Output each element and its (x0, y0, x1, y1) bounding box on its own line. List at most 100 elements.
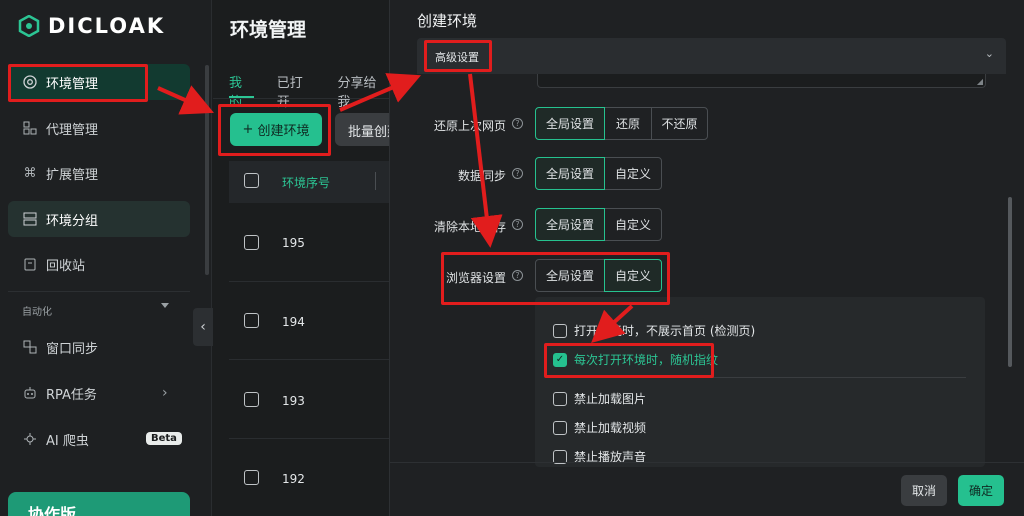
robot-icon (22, 385, 38, 401)
row-checkbox[interactable] (244, 313, 259, 328)
option-hide-homepage[interactable]: 打开环境时，不展示首页 (检测页) (553, 322, 755, 339)
caret-down-icon[interactable] (161, 303, 169, 308)
help-icon[interactable]: ? (512, 168, 523, 179)
select-all-checkbox[interactable] (244, 173, 259, 188)
sidebar-item-label: 回收站 (46, 258, 86, 274)
cancel-button[interactable]: 取消 (901, 475, 947, 506)
collab-edition-button[interactable]: 协作版 (8, 492, 190, 516)
restore-pages-label: 还原上次网页 (433, 119, 506, 133)
tab-mine[interactable]: 我的 (229, 72, 255, 110)
option-label: 禁止加载视频 (574, 421, 647, 435)
drawer-scrollbar[interactable] (1008, 197, 1012, 367)
dicloak-logo-icon (18, 15, 40, 37)
row-env-number: 193 (282, 394, 305, 408)
column-separator (375, 172, 376, 190)
browser-settings-label: 浏览器设置 (445, 271, 506, 285)
option-label: 打开环境时，不展示首页 (检测页) (574, 324, 756, 338)
option-block-videos[interactable]: 禁止加载视频 (553, 419, 646, 436)
sidebar-scrollbar[interactable] (205, 65, 209, 275)
sidebar-item-window-sync[interactable]: 窗口同步 (8, 329, 190, 365)
sync-icon (22, 339, 38, 355)
help-icon[interactable]: ? (512, 270, 523, 281)
page-title: 环境管理 (230, 19, 307, 41)
sidebar: DICLOAK 环境管理 代理管理 ⌘ 扩展管理 环境分组 回收站 自动化 窗口 (0, 0, 212, 516)
help-icon[interactable]: ? (512, 219, 523, 230)
bug-icon (22, 431, 38, 447)
option-checkbox[interactable] (553, 323, 567, 338)
sidebar-item-label: 环境分组 (46, 213, 99, 229)
automation-section-label: 自动化 (22, 307, 52, 318)
sidebar-item-extensions[interactable]: ⌘ 扩展管理 (8, 155, 190, 191)
restore-pages-option-global[interactable]: 全局设置 (535, 107, 605, 140)
row-env-number: 195 (282, 236, 305, 250)
confirm-button[interactable]: 确定 (958, 475, 1004, 506)
sidebar-item-label: 代理管理 (46, 122, 99, 138)
data-sync-option-global[interactable]: 全局设置 (535, 157, 605, 190)
option-random-fingerprint[interactable]: ✓ 每次打开环境时，随机指纹 (553, 351, 718, 368)
clear-cache-option-custom[interactable]: 自定义 (604, 208, 662, 241)
tab-opened[interactable]: 已打开 (277, 72, 316, 110)
browser-settings-segmented: 全局设置 自定义 (535, 259, 662, 292)
chevron-down-icon[interactable]: ⌄ (985, 47, 994, 60)
restore-pages-option-restore[interactable]: 还原 (604, 107, 652, 140)
tab-bar: 我的 已打开 分享给我 (229, 72, 389, 110)
sidebar-item-proxies[interactable]: 代理管理 (8, 110, 190, 146)
data-sync-option-custom[interactable]: 自定义 (604, 157, 662, 190)
sidebar-item-label: AI 爬虫 (46, 433, 89, 449)
brand-logo[interactable]: DICLOAK (18, 14, 165, 38)
browser-settings-option-custom[interactable]: 自定义 (604, 259, 662, 292)
collapse-sidebar-icon[interactable]: ‹ (193, 308, 213, 346)
create-environment-label: 创建环境 (257, 124, 310, 139)
batch-create-button[interactable]: 批量创建 (335, 113, 389, 146)
row-env-number: 194 (282, 315, 305, 329)
options-divider (553, 377, 966, 378)
restore-pages-segmented: 全局设置 还原 不还原 (535, 107, 708, 140)
drawer-title: 创建环境 (417, 12, 478, 30)
notes-textarea[interactable]: ◢ (537, 74, 986, 88)
tab-shared[interactable]: 分享给我 (337, 72, 389, 110)
sidebar-item-label: 窗口同步 (46, 341, 99, 357)
trash-icon (22, 256, 38, 272)
sidebar-item-trash[interactable]: 回收站 (8, 246, 190, 282)
option-block-images[interactable]: 禁止加载图片 (553, 390, 646, 407)
chrome-icon (22, 74, 38, 90)
clear-cache-segmented: 全局设置 自定义 (535, 208, 662, 241)
row-checkbox[interactable] (244, 392, 259, 407)
data-sync-label: 数据同步 (457, 169, 506, 183)
row-checkbox[interactable] (244, 235, 259, 250)
restore-pages-option-no-restore[interactable]: 不还原 (651, 107, 708, 140)
chevron-right-icon[interactable]: › (162, 385, 168, 401)
column-header-env-number[interactable]: 环境序号 (282, 174, 330, 191)
proxy-icon (22, 120, 38, 136)
group-icon (22, 211, 38, 227)
browser-settings-option-global[interactable]: 全局设置 (535, 259, 605, 292)
data-sync-segmented: 全局设置 自定义 (535, 157, 662, 190)
sidebar-item-label: 扩展管理 (46, 167, 99, 183)
sidebar-item-environments[interactable]: 环境管理 (8, 64, 190, 100)
option-label: 禁止加载图片 (574, 392, 647, 406)
sidebar-item-groups[interactable]: 环境分组 (8, 201, 190, 237)
clear-cache-option-global[interactable]: 全局设置 (535, 208, 605, 241)
option-label: 每次打开环境时，随机指纹 (574, 353, 719, 367)
sidebar-item-label: 环境管理 (46, 76, 99, 92)
clear-cache-label: 清除本地缓存 (433, 220, 506, 234)
resize-grip-icon[interactable]: ◢ (977, 77, 983, 86)
sidebar-divider (8, 291, 190, 292)
option-checkbox[interactable] (553, 391, 567, 406)
tabs-divider (213, 98, 389, 99)
help-icon[interactable]: ? (512, 118, 523, 129)
plus-icon: + (242, 122, 254, 137)
create-environment-button[interactable]: + 创建环境 (230, 113, 322, 146)
checkmark-icon[interactable]: ✓ (553, 352, 567, 367)
brand-name: DICLOAK (48, 14, 166, 38)
main-content: 环境管理 我的 已打开 分享给我 + 创建环境 批量创建 环境序号 195 19… (213, 0, 389, 516)
command-icon: ⌘ (23, 165, 37, 181)
option-checkbox[interactable] (553, 420, 567, 435)
sidebar-item-label: RPA任务 (46, 387, 97, 403)
advanced-settings-label: 高级设置 (435, 51, 479, 64)
row-checkbox[interactable] (244, 470, 259, 485)
beta-badge: Beta (146, 432, 182, 445)
advanced-settings-header[interactable]: 高级设置 ⌄ (417, 38, 1006, 74)
row-env-number: 192 (282, 472, 305, 486)
drawer-footer-divider (389, 462, 1024, 463)
